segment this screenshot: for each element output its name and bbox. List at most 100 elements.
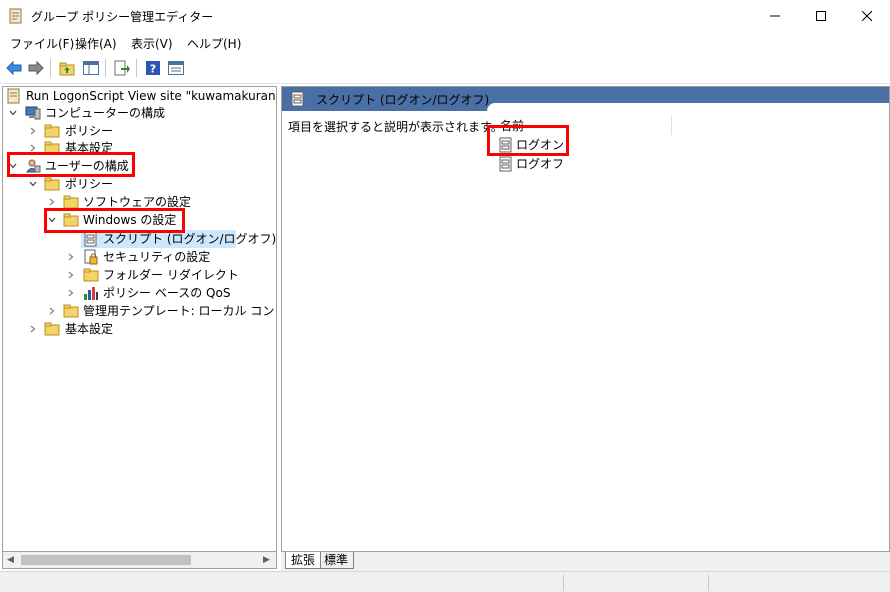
chevron-right-icon	[49, 198, 55, 206]
chevron-right-icon	[68, 289, 74, 297]
window-title: グループ ポリシー管理エディター	[31, 10, 214, 24]
folder-icon	[63, 304, 79, 318]
back-icon	[6, 60, 22, 76]
maximize-button[interactable]	[798, 0, 844, 32]
gpo-document-icon	[7, 88, 20, 104]
tree-label: セキュリティの設定	[103, 250, 211, 264]
tree-label: ユーザーの構成	[45, 159, 129, 173]
tree-horizontal-scrollbar[interactable]: ◀ ▶	[2, 552, 277, 569]
tree-label: コンピューターの構成	[45, 106, 166, 120]
folder-icon	[63, 195, 79, 209]
view-tabs: 拡張 標準	[281, 552, 890, 571]
menu-file[interactable]: ファイル(F)	[10, 35, 74, 52]
tree-item-security-settings[interactable]: セキュリティの設定	[3, 248, 276, 266]
forward-button[interactable]	[26, 58, 46, 78]
script-icon	[499, 156, 512, 172]
tree-item-policy-qos[interactable]: ポリシー ベースの QoS	[3, 284, 276, 302]
tree-item-computer-basic[interactable]: 基本設定	[3, 139, 276, 157]
list-item-label: ログオン	[516, 138, 565, 152]
toolbar: ?	[0, 54, 890, 84]
forward-icon	[28, 60, 44, 76]
tree-label: 基本設定	[65, 322, 114, 336]
list-item-label: ログオフ	[516, 157, 565, 171]
tree-item-folder-redirect[interactable]: フォルダー リダイレクト	[3, 266, 276, 284]
scroll-left-icon[interactable]: ◀	[7, 555, 14, 565]
script-icon	[291, 91, 304, 107]
header-curve	[487, 103, 889, 111]
up-folder-button[interactable]	[57, 58, 77, 78]
tree-item-user-config[interactable]: ユーザーの構成	[3, 157, 276, 175]
export-list-button[interactable]	[112, 58, 132, 78]
chevron-down-icon	[9, 110, 17, 116]
chevron-right-icon	[30, 127, 36, 135]
script-icon	[84, 231, 97, 247]
title-bar: グループ ポリシー管理エディター	[0, 0, 890, 32]
tree-item-scripts[interactable]: スクリプト (ログオン/ログオフ)	[81, 230, 276, 248]
status-bar	[0, 571, 890, 592]
tree-item-computer-policy[interactable]: ポリシー	[3, 122, 276, 140]
tree-label: Run LogonScript View site "kuwamakurano.…	[26, 89, 276, 103]
tree-label: ソフトウェアの設定	[83, 195, 192, 209]
tree-item-computer-config[interactable]: コンピューターの構成	[3, 104, 276, 122]
tree-item-root[interactable]: Run LogonScript View site "kuwamakurano.…	[3, 87, 276, 105]
chevron-right-icon	[68, 253, 74, 261]
details-pane: スクリプト (ログオン/ログオフ) 項目を選択すると説明が表示されます。 名前 …	[281, 86, 890, 552]
user-icon	[26, 159, 41, 173]
folder-icon	[63, 213, 79, 227]
tree-item-software-settings[interactable]: ソフトウェアの設定	[3, 193, 276, 211]
computer-icon	[25, 106, 41, 120]
scrollbar-thumb[interactable]	[21, 555, 191, 565]
chevron-right-icon	[49, 307, 55, 315]
help-icon: ?	[146, 61, 160, 76]
folder-icon	[44, 124, 60, 138]
tree-label: ポリシー	[65, 177, 114, 191]
close-icon	[862, 11, 872, 21]
tab-standard[interactable]: 標準	[319, 552, 355, 569]
back-button[interactable]	[4, 58, 24, 78]
tree-label: Windows の設定	[83, 213, 177, 227]
chevron-down-icon	[29, 181, 37, 187]
description-text: 項目を選択すると説明が表示されます。	[288, 120, 503, 134]
folder-icon	[44, 322, 60, 336]
folder-icon	[44, 141, 60, 155]
bar-chart-icon	[84, 287, 98, 300]
close-button[interactable]	[844, 0, 890, 32]
scroll-right-icon[interactable]: ▶	[263, 555, 270, 565]
column-label: 名前	[500, 119, 525, 133]
console-tree[interactable]: Run LogonScript View site "kuwamakurano.…	[2, 86, 277, 552]
column-header-name[interactable]: 名前	[500, 115, 672, 135]
menu-view[interactable]: 表示(V)	[131, 35, 173, 52]
status-separator	[708, 575, 709, 591]
folder-icon	[83, 268, 99, 282]
menu-help[interactable]: ヘルプ(H)	[187, 35, 241, 52]
chevron-down-icon	[48, 217, 56, 223]
chevron-right-icon	[68, 271, 74, 279]
group-policy-app-icon	[9, 8, 22, 24]
tree-item-admin-templates[interactable]: 管理用テンプレート: ローカル コンピューター	[3, 302, 276, 320]
tree-label: 管理用テンプレート: ローカル コンピューター	[83, 304, 276, 318]
chevron-down-icon	[9, 163, 17, 169]
tree-label: フォルダー リダイレクト	[103, 268, 239, 282]
show-hide-tree-icon	[83, 61, 99, 75]
show-hide-tree-button[interactable]	[81, 58, 101, 78]
properties-icon	[168, 61, 184, 75]
minimize-button[interactable]	[752, 0, 798, 32]
minimize-icon	[770, 15, 780, 17]
tab-extended[interactable]: 拡張	[285, 552, 322, 569]
security-icon	[84, 249, 98, 265]
menu-action[interactable]: 操作(A)	[75, 35, 117, 52]
chevron-right-icon	[30, 325, 36, 333]
chevron-right-icon	[30, 144, 36, 152]
tree-label: 基本設定	[65, 141, 114, 155]
folder-icon	[44, 177, 60, 191]
properties-button[interactable]	[166, 58, 186, 78]
help-button[interactable]: ?	[143, 58, 163, 78]
tree-item-user-policy[interactable]: ポリシー	[3, 175, 276, 193]
export-list-icon	[114, 60, 130, 76]
tree-item-windows-settings[interactable]: Windows の設定	[3, 211, 276, 229]
maximize-icon	[816, 11, 826, 21]
svg-text:?: ?	[150, 63, 156, 76]
toolbar-separator	[105, 59, 106, 77]
tree-item-user-basic[interactable]: 基本設定	[3, 320, 276, 338]
menu-bar: ファイル(F) 操作(A) 表示(V) ヘルプ(H)	[0, 32, 890, 54]
